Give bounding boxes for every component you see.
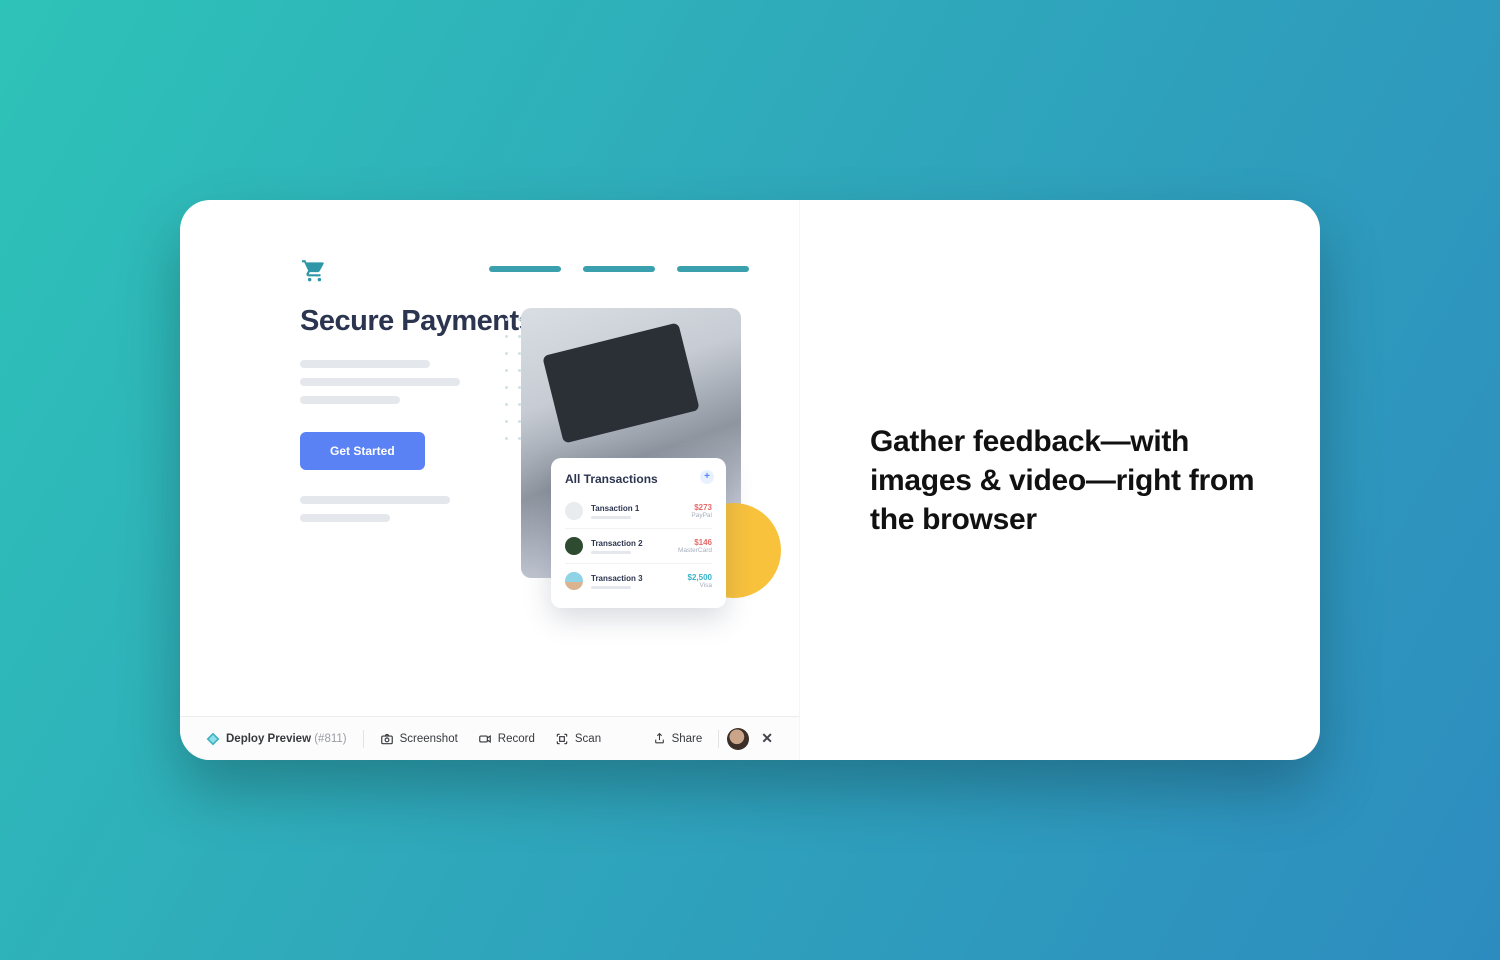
scan-button[interactable]: Scan [547,726,609,752]
transaction-row[interactable]: Transaction 2$146MasterCard [565,528,712,563]
hero-imagery: + All Transactions Tansaction 1$273PayPa… [521,308,751,648]
close-button[interactable]: ✕ [753,726,781,751]
promo-text-panel: Gather feedback—with images & video—righ… [800,200,1320,760]
decorative-dots [505,318,521,440]
camera-icon [380,732,394,746]
deploy-label: Deploy Preview [226,733,311,745]
transaction-method: PayPal [691,512,712,519]
screenshot-label: Screenshot [400,733,458,745]
record-icon [478,732,492,746]
transaction-name: Tansaction 1 [591,504,691,513]
transaction-avatar [565,572,583,590]
mock-landing-page: Secure Payments Online Get Started + A [180,200,799,716]
share-button[interactable]: Share [645,726,711,751]
transactions-title: All Transactions [565,472,712,486]
transaction-avatar [565,537,583,555]
user-avatar[interactable] [727,728,749,750]
deploy-id: (#811) [314,733,346,745]
share-icon [653,732,666,745]
record-label: Record [498,733,535,745]
nav-placeholder [489,266,749,272]
transaction-row[interactable]: Tansaction 1$273PayPal [565,494,712,528]
transaction-price: $273 [691,503,712,512]
screenshot-button[interactable]: Screenshot [372,726,466,752]
promo-card: Secure Payments Online Get Started + A [180,200,1320,760]
transaction-price: $146 [678,538,712,547]
scan-icon [555,732,569,746]
transaction-method: Visa [688,582,712,589]
add-transaction-button[interactable]: + [700,470,714,484]
scan-label: Scan [575,733,601,745]
transactions-card: + All Transactions Tansaction 1$273PayPa… [551,458,726,608]
transaction-price: $2,500 [688,573,712,582]
transaction-row[interactable]: Transaction 3$2,500Visa [565,563,712,598]
deploy-preview-button[interactable]: Deploy Preview (#811) [198,726,355,752]
promo-headline: Gather feedback—with images & video—righ… [870,422,1260,539]
transaction-name: Transaction 2 [591,539,678,548]
transaction-avatar [565,502,583,520]
feedback-toolbar: Deploy Preview (#811) Screenshot Record [180,716,799,760]
netlify-icon [206,732,220,746]
record-button[interactable]: Record [470,726,543,752]
browser-preview-panel: Secure Payments Online Get Started + A [180,200,800,760]
share-label: Share [672,733,703,745]
transaction-name: Transaction 3 [591,574,688,583]
get-started-button[interactable]: Get Started [300,432,425,470]
transaction-method: MasterCard [678,547,712,554]
